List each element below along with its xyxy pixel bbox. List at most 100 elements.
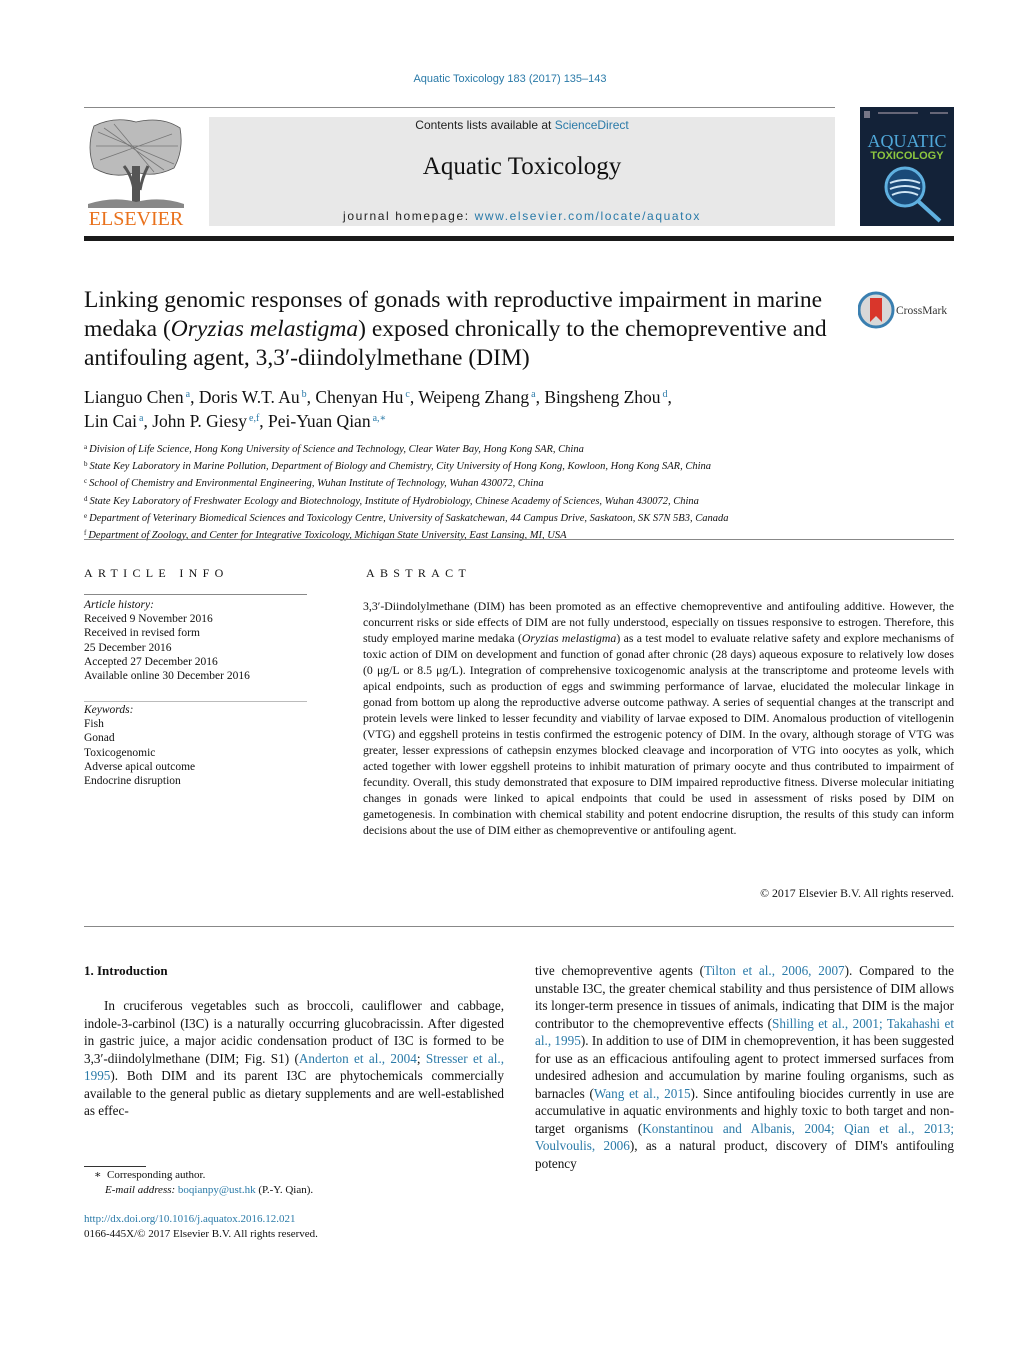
history-item: 25 December 2016 xyxy=(84,641,172,654)
introduction-column-2: tive chemopreventive agents (Tilton et a… xyxy=(535,962,954,1172)
history-item: Received in revised form xyxy=(84,627,200,640)
affiliation-text: School of Chemistry and Environmental En… xyxy=(89,478,544,490)
body-text: ; xyxy=(416,1050,426,1066)
crossmark-button[interactable]: CrossMark xyxy=(857,290,958,330)
affiliation-item: e Department of Veterinary Biomedical Sci… xyxy=(84,509,884,526)
affiliation-text: Division of Life Science, Hong Kong Univ… xyxy=(89,444,584,455)
keywords-divider xyxy=(84,701,307,702)
affiliation-key: d xyxy=(84,494,88,503)
body-text: tive chemopreventive agents ( xyxy=(535,963,705,978)
corresponding-author-footnote: ∗ Corresponding author. E-mail address: … xyxy=(84,1168,504,1197)
introduction-paragraph-continued: tive chemopreventive agents (Tilton et a… xyxy=(535,962,954,1172)
journal-name: Aquatic Toxicology xyxy=(422,153,622,180)
email-label: E-mail address: xyxy=(105,1183,178,1196)
keywords-label: Keywords: xyxy=(84,704,134,716)
footnote-asterisk: ∗ xyxy=(94,1169,102,1181)
sciencedirect-link[interactable]: ScienceDirect xyxy=(555,118,629,132)
journal-homepage-line: journal homepage: www.elsevier.com/locat… xyxy=(209,209,835,223)
author-name[interactable]: Bingsheng Zhou xyxy=(544,387,660,407)
author-list: Lianguo Chen a, Doris W.T. Au b, Chenyan H… xyxy=(84,384,844,432)
abstract-text-2: ) as a test model to evaluate relative s… xyxy=(363,631,954,837)
cover-title-toxicology: TOXICOLOGY xyxy=(870,150,944,162)
history-item: Accepted 27 December 2016 xyxy=(84,655,218,668)
abstract-bottom-divider xyxy=(84,926,954,927)
journal-cover-thumbnail[interactable]: AQUATIC TOXICOLOGY xyxy=(860,107,954,226)
contents-line: Contents lists available at ScienceDirec… xyxy=(209,118,835,132)
issn-copyright: 0166-445X/© 2017 Elsevier B.V. All right… xyxy=(84,1227,318,1240)
author-affiliation-marker[interactable]: e,f xyxy=(249,413,259,424)
journal-citation-link[interactable]: Aquatic Toxicology 183 (2017) 135–143 xyxy=(0,73,1020,85)
author-name[interactable]: John P. Giesy xyxy=(152,411,247,431)
affiliation-text: State Key Laboratory in Marine Pollution… xyxy=(89,461,712,473)
cover-title-aquatic: AQUATIC xyxy=(868,131,947,151)
doi-block: http://dx.doi.org/10.1016/j.aquatox.2016… xyxy=(84,1212,504,1241)
citation-link[interactable]: Anderton et al., 2004 xyxy=(299,1051,417,1066)
keyword-item: Adverse apical outcome xyxy=(84,760,196,773)
citation-link[interactable]: Wang et al., 2015 xyxy=(594,1086,691,1101)
abstract-heading: ABSTRACT xyxy=(366,566,472,580)
footnote-divider xyxy=(84,1166,146,1167)
history-list: Received 9 November 2016 Received in revi… xyxy=(84,612,314,683)
affiliation-item: a Division of Life Science, Hong Kong Uni… xyxy=(84,440,884,457)
email-link[interactable]: boqianpy@ust.hk xyxy=(178,1184,256,1196)
article-info-heading: ARTICLE INFO xyxy=(84,566,229,580)
affiliation-key: f xyxy=(84,529,87,538)
abstract-species-italic: Oryzias melastigma xyxy=(521,631,617,645)
history-item: Received 9 November 2016 xyxy=(84,613,213,626)
keywords-block: Keywords: Fish Gonad Toxicogenomic Adverse … xyxy=(84,703,314,788)
crossmark-label: CrossMark xyxy=(896,305,947,317)
abstract-body: 3,3′-Diindolylmethane (DIM) has been pro… xyxy=(363,598,954,838)
keywords-list: Fish Gonad Toxicogenomic Adverse apical out… xyxy=(84,717,314,788)
keyword-item: Endocrine disruption xyxy=(84,775,181,788)
author-name[interactable]: Lin Cai xyxy=(84,411,137,431)
affiliation-item: b State Key Laboratory in Marine Pollutio… xyxy=(84,457,884,474)
title-species-italic: Oryzias melastigma xyxy=(170,316,359,342)
elsevier-wordmark: ELSEVIER xyxy=(89,208,184,228)
body-text: ). Both DIM and its parent I3C are phyto… xyxy=(84,1068,504,1118)
elsevier-tree-icon: ELSEVIER xyxy=(88,119,184,230)
history-label: Article history: xyxy=(84,599,154,611)
keyword-item: Gonad xyxy=(84,732,115,745)
author-separator: , xyxy=(143,411,153,431)
author-separator: , xyxy=(190,387,199,407)
author-name[interactable]: Doris W.T. Au xyxy=(199,387,300,407)
citation-link[interactable]: Tilton et al., 2006, 2007 xyxy=(704,963,845,978)
author-affiliation-marker[interactable]: a,∗ xyxy=(373,413,387,424)
article-info-divider xyxy=(84,594,307,595)
keyword-item: Toxicogenomic xyxy=(84,746,156,759)
introduction-paragraph: In cruciferous vegetables such as brocco… xyxy=(84,997,504,1120)
affiliation-item: c School of Chemistry and Environmental E… xyxy=(84,474,884,491)
history-item: Available online 30 December 2016 xyxy=(84,670,250,683)
author-separator: , xyxy=(667,387,672,407)
author-separator: , xyxy=(259,411,269,431)
affiliation-key: c xyxy=(84,477,88,486)
affiliation-item: d State Key Laboratory of Freshwater Ecol… xyxy=(84,492,884,509)
author-name[interactable]: Weipeng Zhang xyxy=(418,387,529,407)
header-thick-divider xyxy=(84,236,954,241)
affiliation-key: a xyxy=(84,443,88,451)
affiliation-text: Department of Veterinary Biomedical Scie… xyxy=(89,512,729,524)
affiliation-text: State Key Laboratory of Freshwater Ecolo… xyxy=(89,495,699,507)
section-divider xyxy=(84,539,954,540)
affiliations-list: a Division of Life Science, Hong Kong Uni… xyxy=(84,440,884,543)
journal-homepage-link[interactable]: www.elsevier.com/locate/aquatox xyxy=(475,209,701,223)
homepage-prefix: journal homepage: xyxy=(343,209,475,223)
abstract-copyright: © 2017 Elsevier B.V. All rights reserved… xyxy=(760,886,954,900)
author-name[interactable]: Chenyan Hu xyxy=(315,387,403,407)
top-divider xyxy=(84,107,835,108)
doi-link[interactable]: http://dx.doi.org/10.1016/j.aquatox.2016… xyxy=(84,1212,504,1227)
email-suffix: (P.-Y. Qian). xyxy=(255,1183,314,1196)
crossmark-icon xyxy=(857,291,895,329)
introduction-heading: 1. Introduction xyxy=(84,963,168,978)
keyword-item: Fish xyxy=(84,718,104,731)
author-name[interactable]: Lianguo Chen xyxy=(84,387,184,407)
elsevier-logo[interactable]: ELSEVIER xyxy=(84,116,188,230)
article-title: Linking genomic responses of gonads with… xyxy=(84,286,844,373)
affiliation-key: e xyxy=(84,511,88,520)
author-separator: , xyxy=(409,387,419,407)
article-history: Article history: Received 9 November 201… xyxy=(84,598,314,683)
affiliation-key: b xyxy=(84,460,88,469)
contents-prefix: Contents lists available at xyxy=(415,118,555,132)
author-name[interactable]: Pei-Yuan Qian xyxy=(268,411,371,431)
journal-cover-image: AQUATIC TOXICOLOGY xyxy=(860,107,954,226)
